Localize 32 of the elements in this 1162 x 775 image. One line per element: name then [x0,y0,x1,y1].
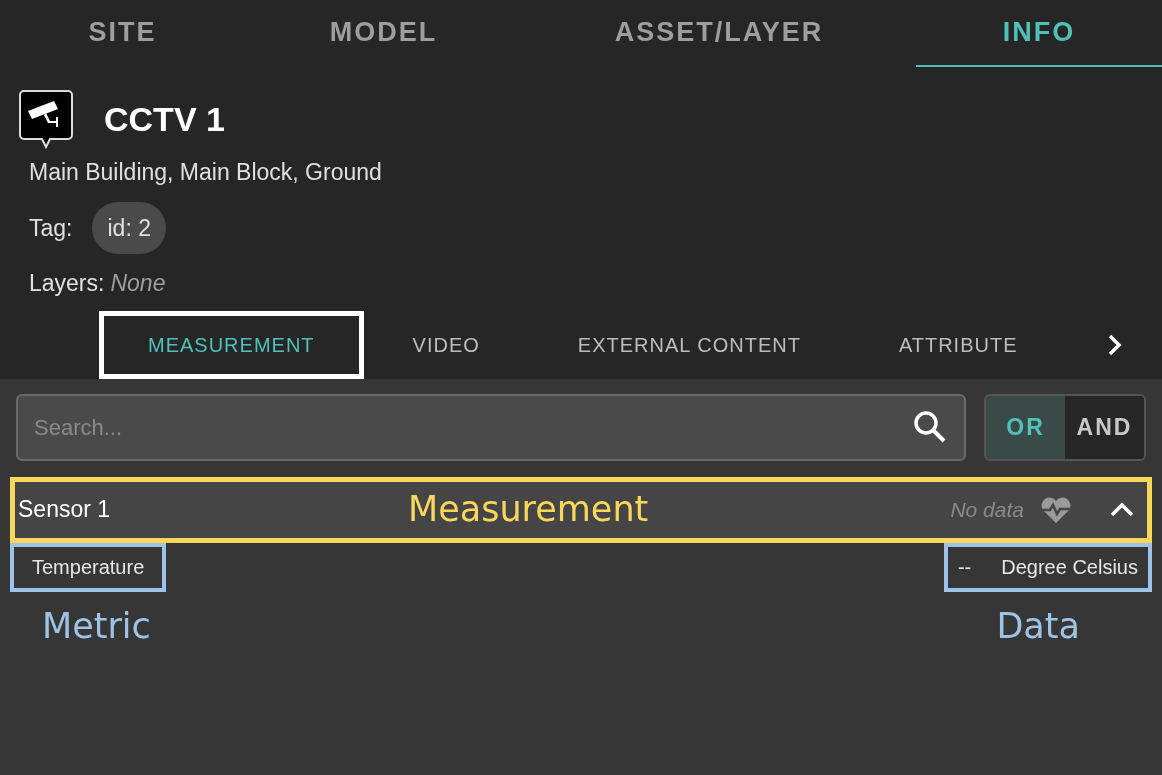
logic-toggle-option[interactable]: AND [1065,395,1144,459]
main-tab[interactable]: SITE [0,0,245,67]
search-field[interactable]: Search... [34,410,912,444]
sub-tab[interactable]: VIDEO [363,310,529,379]
layers-label: Layers: [29,269,105,298]
main-tab[interactable]: MODEL [245,0,522,67]
main-tab[interactable]: ASSET/LAYER [522,0,916,67]
asset-location: Main Building, Main Block, Ground [29,158,382,187]
sub-tab[interactable]: ATTRIBUTE [849,310,1067,379]
annotation-label: Data [996,604,1080,648]
sensor-name: Sensor 1 [18,495,112,525]
search-icon[interactable] [912,409,948,445]
chevron-up-icon[interactable] [1110,501,1134,518]
metric-name: Temperature [10,542,167,592]
metric-value: -- [957,555,972,580]
tag-label: Tag: [29,213,73,243]
annotation-label: Measurement [408,488,649,532]
search-bar[interactable]: Search... [16,393,966,461]
sub-tab[interactable]: EXTERNAL CONTENT [528,310,850,379]
metric-unit: Degree Celsius [1001,555,1138,580]
heartbeat-icon [1040,496,1072,523]
annotation-label: Metric [42,604,151,648]
status-text: No data [950,496,1024,523]
layers-value: None [110,269,166,298]
measurement-row[interactable]: Sensor 1 Measurement No data [10,476,1152,543]
sub-tab[interactable]: MEASUREMENT [99,310,364,379]
chevron-right-icon[interactable] [1108,333,1122,356]
main-tab[interactable]: INFO [916,0,1162,67]
camera-icon [18,89,74,149]
asset-title: CCTV 1 [104,98,225,140]
logic-toggle-option[interactable]: OR [986,395,1065,459]
tag-chip: id: 2 [92,201,166,254]
